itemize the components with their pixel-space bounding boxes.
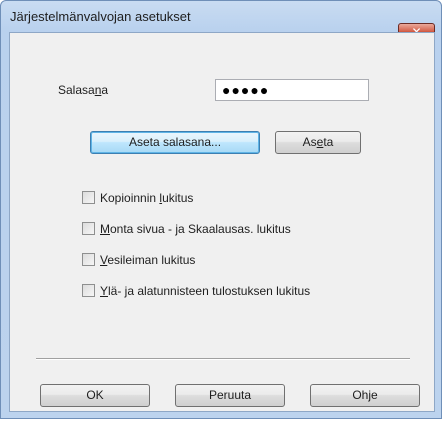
title-bar[interactable]: Järjestelmänvalvojan asetukset	[1, 1, 443, 31]
password-input[interactable]: ●●●●●	[215, 79, 369, 101]
dialog-window: Järjestelmänvalvojan asetukset ✕ Salasan…	[0, 0, 442, 419]
dialog-body: Salasana ●●●●● Aseta salasana... Aseta K…	[9, 32, 435, 412]
cancel-button[interactable]: Peruuta	[175, 384, 285, 407]
watermark-lock-label[interactable]: Vesileiman lukitus	[100, 252, 195, 268]
window-title: Järjestelmänvalvojan asetukset	[10, 9, 191, 24]
password-label: Salasana	[58, 83, 109, 97]
header-footer-lock-checkbox[interactable]	[82, 284, 95, 297]
help-button[interactable]: Ohje	[310, 384, 420, 407]
multipage-scaling-lock-label[interactable]: Monta sivua - ja Skaalausas. lukitus	[100, 221, 291, 237]
set-password-button[interactable]: Aseta salasana...	[90, 131, 260, 154]
ok-button[interactable]: OK	[40, 384, 150, 407]
separator-line	[36, 358, 410, 360]
copy-lock-label[interactable]: Kopioinnin lukitus	[100, 190, 193, 206]
multipage-scaling-lock-checkbox[interactable]	[82, 222, 95, 235]
copy-lock-checkbox[interactable]	[82, 191, 95, 204]
header-footer-lock-label[interactable]: Ylä- ja alatunnisteen tulostuksen lukitu…	[100, 283, 310, 299]
set-button[interactable]: Aseta	[275, 131, 361, 154]
watermark-lock-checkbox[interactable]	[82, 253, 95, 266]
